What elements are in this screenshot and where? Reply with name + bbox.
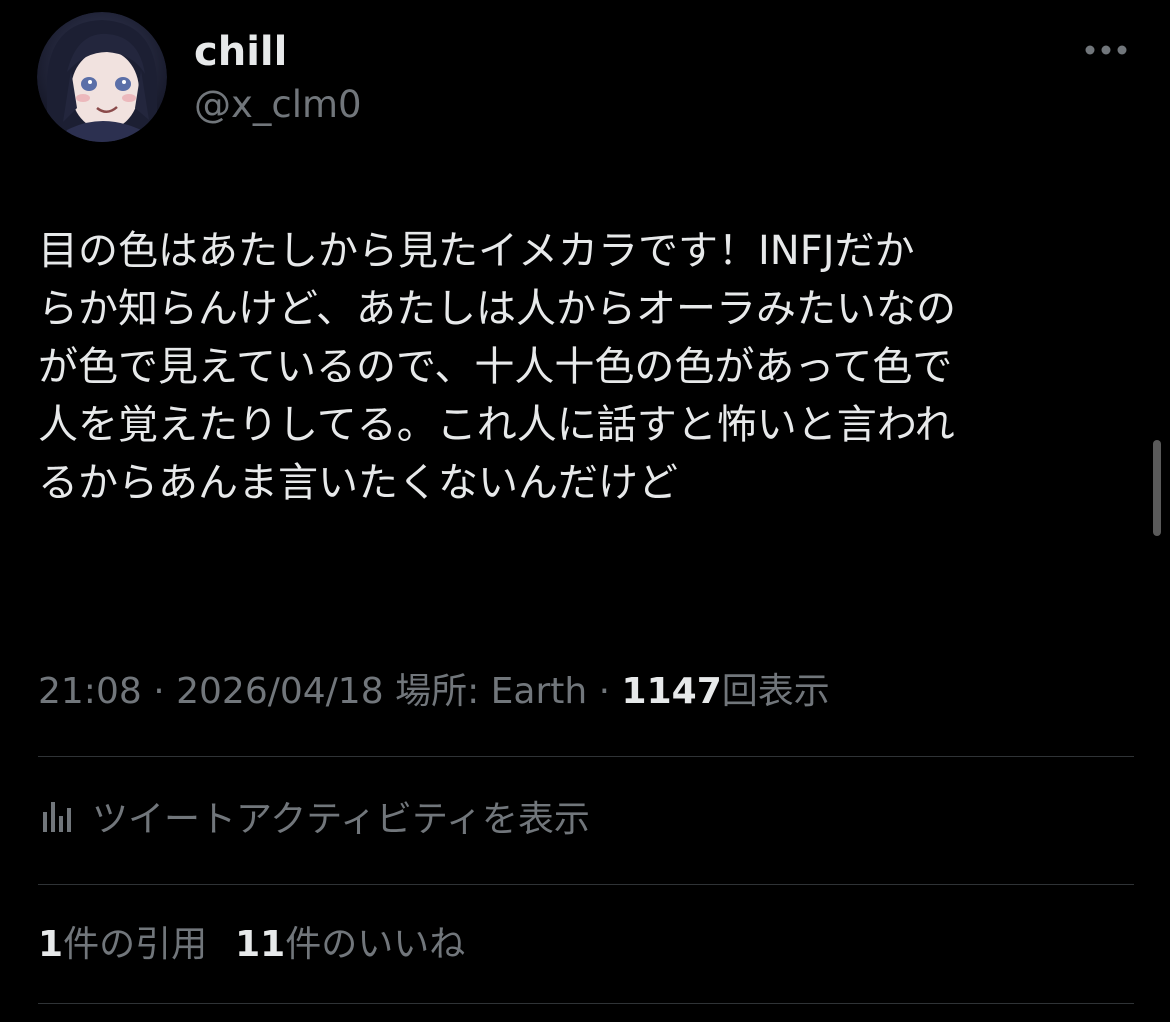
likes-count: 11 xyxy=(235,924,286,965)
scrollbar[interactable] xyxy=(1153,440,1161,536)
display-name[interactable]: chill xyxy=(194,26,287,78)
tweet-text-line: るからあんま言いたくないんだけど xyxy=(38,460,678,506)
divider xyxy=(38,1003,1134,1004)
tweet-text-line: 目の色はあたしから見たイメカラです！INFJだか xyxy=(38,228,915,274)
likes-stat[interactable]: 11件のいいね xyxy=(235,918,465,972)
more-horizontal-icon xyxy=(1085,45,1127,55)
tweet-text-line: 人を覚えたりしてる。これ人に話すと怖いと言われ xyxy=(38,402,955,448)
quotes-count: 1 xyxy=(38,924,64,965)
tweet-text-line: らか知らんけど、あたしは人からオーラみたいなの xyxy=(38,286,956,332)
views-label: 回表示 xyxy=(721,671,830,712)
tweet-location: 場所: Earth xyxy=(395,671,588,712)
divider xyxy=(38,756,1134,757)
meta-separator: · xyxy=(598,671,611,712)
user-handle[interactable]: @x_clm0 xyxy=(194,80,362,130)
meta-separator: · xyxy=(153,671,165,712)
engagement-stats: 1件の引用 11件のいいね xyxy=(38,918,465,972)
analytics-icon xyxy=(38,798,74,834)
tweet-text: 目の色はあたしから見たイメカラです！INFJだか らか知らんけど、あたしは人から… xyxy=(38,222,1138,512)
tweet-metadata: 21:08 · 2026/04/18 場所: Earth · 1147回表示 xyxy=(38,666,830,718)
tweet-time[interactable]: 21:08 xyxy=(38,671,142,712)
avatar[interactable] xyxy=(37,12,167,142)
tweet-date[interactable]: 2026/04/18 xyxy=(176,671,384,712)
divider xyxy=(38,884,1134,885)
tweet-text-line: が色で見えているので、十人十色の色があって色で xyxy=(38,344,953,390)
profile-avatar-image xyxy=(37,12,167,142)
quotes-stat[interactable]: 1件の引用 xyxy=(38,918,207,972)
view-tweet-activity-button[interactable]: ツイートアクティビティを表示 xyxy=(38,788,590,844)
likes-label: 件のいいね xyxy=(285,924,466,965)
views-count: 1147 xyxy=(621,671,722,712)
activity-label: ツイートアクティビティを表示 xyxy=(92,799,590,840)
quotes-label: 件の引用 xyxy=(63,924,208,965)
more-options-button[interactable] xyxy=(1078,30,1134,70)
